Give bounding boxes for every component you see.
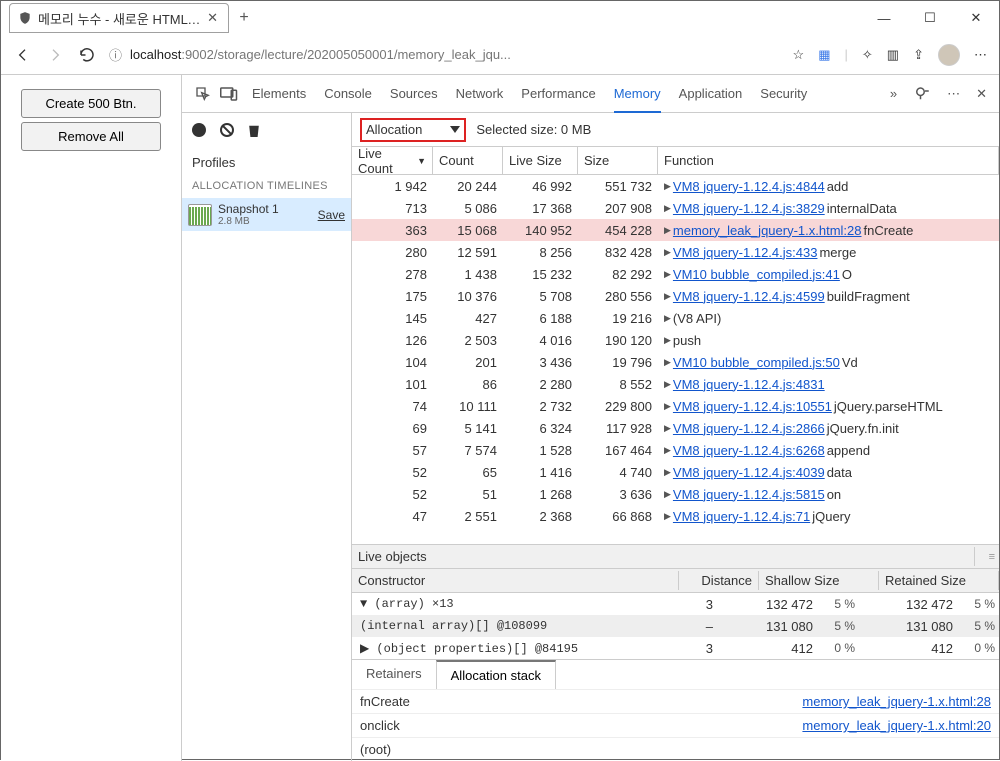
minimize-button[interactable]: — xyxy=(861,3,907,33)
live-objects-title: Live objects xyxy=(352,547,975,566)
new-tab-button[interactable]: + xyxy=(229,9,259,27)
table-row[interactable]: 1262 5034 016190 120▶ push xyxy=(352,329,999,351)
chevron-down-icon xyxy=(450,126,460,133)
allocation-table-body: 1 94220 24446 992551 732▶ VM8 jquery-1.1… xyxy=(352,175,999,544)
live-object-row[interactable]: ▼ (array) ×133132 4725 %132 4725 % xyxy=(352,593,999,615)
devtools-close-icon[interactable]: ✕ xyxy=(976,86,987,102)
remove-all-button[interactable]: Remove All xyxy=(21,122,161,151)
col-live-count[interactable]: Live Count▼ xyxy=(352,147,433,174)
devtools-tab-elements[interactable]: Elements xyxy=(252,75,306,113)
tab-title: 메모리 누수 - 새로운 HTML 요소 xyxy=(38,9,201,28)
col-retained[interactable]: Retained Size xyxy=(879,571,999,590)
devtools-tab-security[interactable]: Security xyxy=(760,75,807,113)
browser-menu-icon[interactable]: ⋯ xyxy=(974,47,987,63)
profiles-subhead: ALLOCATION TIMELINES xyxy=(182,178,351,198)
snapshot-icon xyxy=(188,204,212,226)
shield-icon xyxy=(18,11,32,25)
close-window-button[interactable]: ✕ xyxy=(953,3,999,33)
devtools-tab-memory[interactable]: Memory xyxy=(614,75,661,113)
devtools-settings-icon[interactable] xyxy=(913,85,931,103)
table-row[interactable]: 7135 08617 368207 908▶ VM8 jquery-1.12.4… xyxy=(352,197,999,219)
inspect-icon[interactable] xyxy=(190,81,216,107)
snapshot-size: 2.8 MB xyxy=(218,216,279,227)
retainers-tab[interactable]: Retainers xyxy=(352,660,436,689)
devtools-tab-performance[interactable]: Performance xyxy=(521,75,595,113)
table-row[interactable]: 1042013 43619 796▶ VM10 bubble_compiled.… xyxy=(352,351,999,373)
snapshot-name: Snapshot 1 xyxy=(218,202,279,216)
forward-button xyxy=(45,45,65,65)
table-row[interactable]: 1 94220 24446 992551 732▶ VM8 jquery-1.1… xyxy=(352,175,999,197)
devtools-tab-sources[interactable]: Sources xyxy=(390,75,438,113)
table-row[interactable]: 695 1416 324117 928▶ VM8 jquery-1.12.4.j… xyxy=(352,417,999,439)
reload-button[interactable] xyxy=(77,45,97,65)
profile-avatar[interactable] xyxy=(938,44,960,66)
table-row[interactable]: 472 5512 36866 868▶ VM8 jquery-1.12.4.js… xyxy=(352,505,999,527)
table-row[interactable]: 2781 43815 23282 292▶ VM10 bubble_compil… xyxy=(352,263,999,285)
devtools-menu-icon[interactable]: ⋯ xyxy=(947,86,960,102)
stack-row[interactable]: onclickmemory_leak_jquery-1.x.html:20 xyxy=(352,713,999,737)
stack-row[interactable]: (root) xyxy=(352,737,999,761)
collections-icon[interactable]: ▥ xyxy=(887,47,899,63)
stack-row[interactable]: fnCreatememory_leak_jquery-1.x.html:28 xyxy=(352,689,999,713)
table-row[interactable]: 101862 2808 552▶ VM8 jquery-1.12.4.js:48… xyxy=(352,373,999,395)
table-row[interactable]: 28012 5918 256832 428▶ VM8 jquery-1.12.4… xyxy=(352,241,999,263)
col-shallow[interactable]: Shallow Size xyxy=(759,571,879,590)
vsep: | xyxy=(845,47,848,62)
window-titlebar: 메모리 누수 - 새로운 HTML 요소 ✕ + — ☐ ✕ xyxy=(1,1,999,35)
devtools-more-tabs[interactable]: » xyxy=(890,86,897,101)
record-icon[interactable] xyxy=(192,123,206,137)
allocation-table-header: Live Count▼ Count Live Size Size Functio… xyxy=(352,147,999,175)
table-row[interactable]: 52511 2683 636▶ VM8 jquery-1.12.4.js:581… xyxy=(352,483,999,505)
maximize-button[interactable]: ☐ xyxy=(907,3,953,33)
devtools-tab-console[interactable]: Console xyxy=(324,75,372,113)
table-row[interactable]: 36315 068140 952454 228▶ memory_leak_jqu… xyxy=(352,219,999,241)
table-row[interactable]: 1454276 18819 216▶ (V8 API) xyxy=(352,307,999,329)
selected-size-label: Selected size: 0 MB xyxy=(476,122,591,137)
device-icon[interactable] xyxy=(216,81,242,107)
table-row[interactable]: 7410 1112 732229 800▶ VM8 jquery-1.12.4.… xyxy=(352,395,999,417)
url-display[interactable]: ⓘ localhost:9002/storage/lecture/2020050… xyxy=(109,45,781,64)
snapshot-save-link[interactable]: Save xyxy=(318,208,345,222)
close-tab-icon[interactable]: ✕ xyxy=(207,10,218,26)
profiles-sidebar: Profiles ALLOCATION TIMELINES Snapshot 1… xyxy=(182,113,352,761)
site-info-icon[interactable]: ⓘ xyxy=(109,45,122,64)
col-function[interactable]: Function xyxy=(658,147,999,174)
share-icon[interactable]: ⇪ xyxy=(913,47,924,63)
live-objects-menu-icon[interactable]: ≡ xyxy=(975,545,999,569)
create-500-button[interactable]: Create 500 Btn. xyxy=(21,89,161,118)
col-count[interactable]: Count xyxy=(433,147,503,174)
devtools-toolbar: Elements Console Sources Network Performance… xyxy=(182,75,999,113)
browser-tab[interactable]: 메모리 누수 - 새로운 HTML 요소 ✕ xyxy=(9,3,229,33)
favorite-icon[interactable]: ☆ xyxy=(793,47,805,63)
snapshot-item[interactable]: Snapshot 1 2.8 MB Save xyxy=(182,198,351,231)
col-size[interactable]: Size xyxy=(578,147,658,174)
table-row[interactable]: 17510 3765 708280 556▶ VM8 jquery-1.12.4… xyxy=(352,285,999,307)
allocation-select[interactable]: Allocation xyxy=(360,118,466,142)
table-row[interactable]: 577 5741 528167 464▶ VM8 jquery-1.12.4.j… xyxy=(352,439,999,461)
translate-icon[interactable]: ▦ xyxy=(818,47,830,63)
page-content: Create 500 Btn. Remove All xyxy=(1,75,181,761)
allocation-stack-tab[interactable]: Allocation stack xyxy=(436,660,556,689)
devtools-tab-application[interactable]: Application xyxy=(679,75,743,113)
devtools-panel: Elements Console Sources Network Performance… xyxy=(181,75,999,761)
devtools-tab-network[interactable]: Network xyxy=(456,75,504,113)
address-bar: ⓘ localhost:9002/storage/lecture/2020050… xyxy=(1,35,999,75)
favorites-bar-icon[interactable]: ✧ xyxy=(862,47,873,63)
delete-icon[interactable] xyxy=(248,123,260,137)
clear-icon[interactable] xyxy=(220,123,234,137)
live-object-row[interactable]: (internal array)[] @108099–131 0805 %131… xyxy=(352,615,999,637)
col-live-size[interactable]: Live Size xyxy=(503,147,578,174)
col-constructor[interactable]: Constructor xyxy=(352,571,679,590)
col-distance[interactable]: Distance xyxy=(679,571,759,590)
live-object-row[interactable]: ▶ (object properties)[] @8419534120 %412… xyxy=(352,637,999,659)
table-row[interactable]: 52651 4164 740▶ VM8 jquery-1.12.4.js:403… xyxy=(352,461,999,483)
back-button[interactable] xyxy=(13,45,33,65)
profiles-heading: Profiles xyxy=(182,147,351,178)
